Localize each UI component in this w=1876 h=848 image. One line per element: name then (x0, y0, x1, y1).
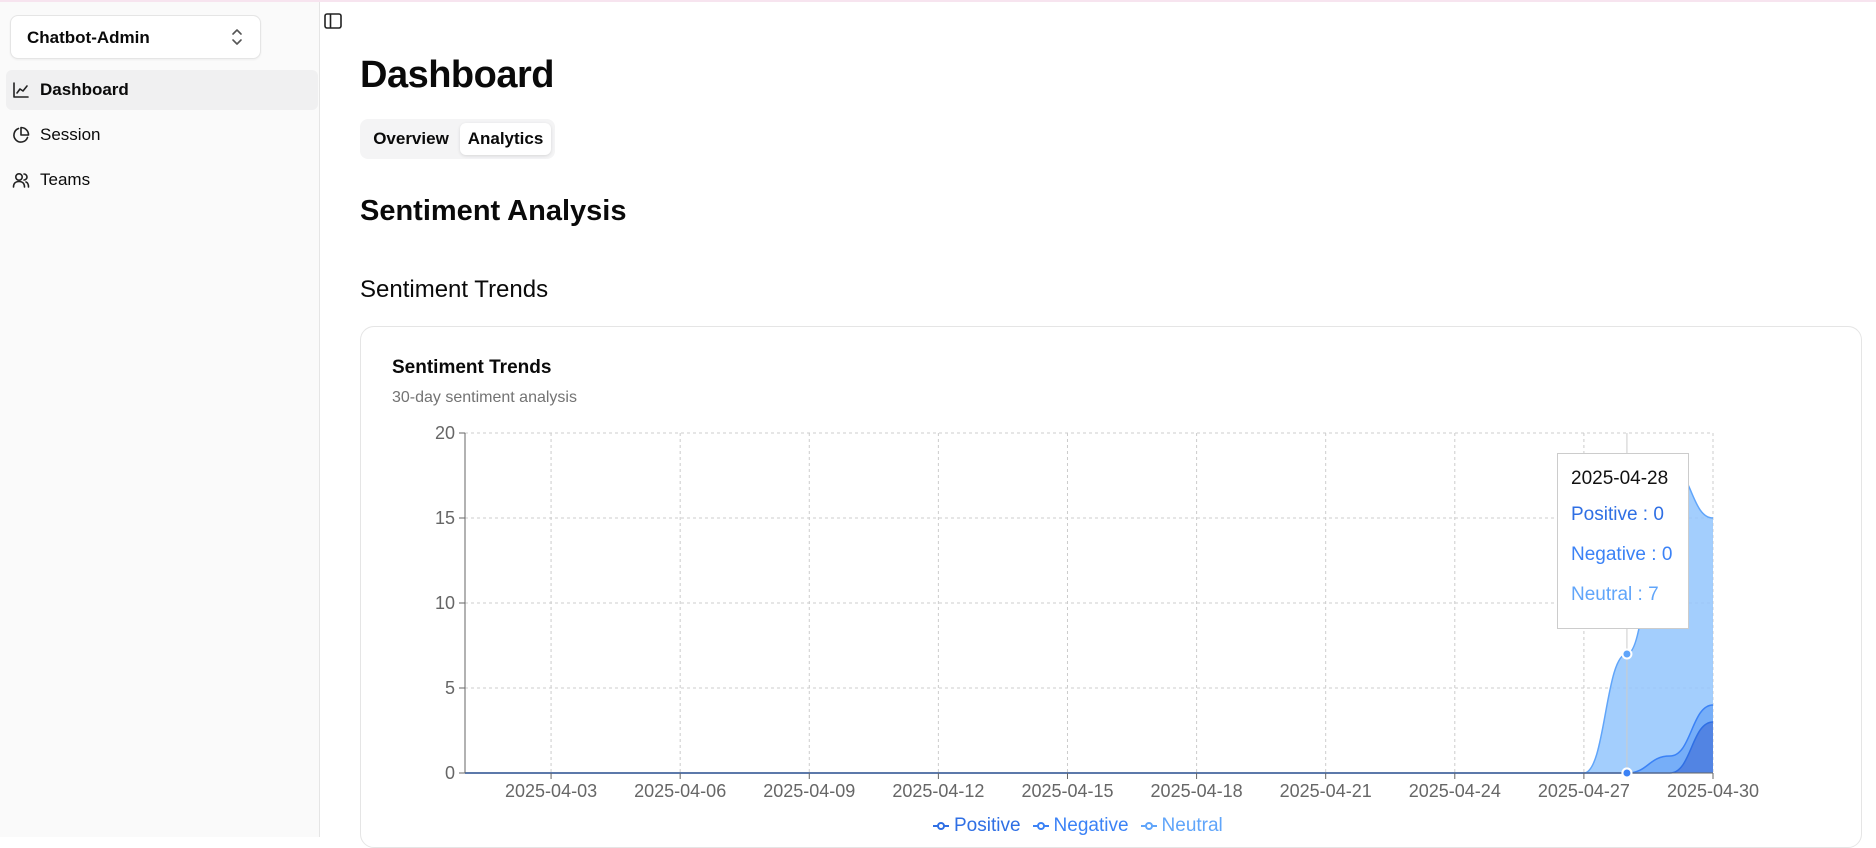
legend-label: Positive (954, 815, 1021, 836)
sub-title: Sentiment Trends (360, 276, 549, 303)
chart-tooltip: 2025-04-28 Positive : 0 Negative : 0 Neu… (1557, 453, 1689, 629)
line-chart-icon (13, 82, 29, 98)
tab-list: Overview Analytics (360, 119, 555, 159)
team-switcher[interactable]: Chatbot-Admin (10, 15, 261, 59)
x-tick-label: 2025-04-15 (1021, 781, 1113, 801)
sidebar-item-label: Teams (40, 170, 91, 189)
legend-marker-icon (933, 822, 949, 830)
x-tick-label: 2025-04-27 (1538, 781, 1630, 801)
legend-label: Negative (1053, 815, 1129, 836)
sidebar-item-dashboard[interactable]: Dashboard (6, 70, 318, 110)
x-tick-label: 2025-04-24 (1409, 781, 1501, 801)
x-tick-label: 2025-04-03 (505, 781, 597, 801)
x-tick-label: 2025-04-12 (892, 781, 984, 801)
sidebar-item-session[interactable]: Session (6, 115, 318, 155)
chart-grid (464, 432, 1714, 774)
line-neutral (464, 466, 1714, 774)
tooltip-date: 2025-04-28 (1571, 468, 1669, 489)
legend-item-neutral[interactable]: Neutral (1140, 815, 1223, 837)
legend-item-negative[interactable]: Negative (1032, 815, 1129, 837)
x-tick-label: 2025-04-09 (763, 781, 855, 801)
tooltip-negative: Negative : 0 (1571, 544, 1673, 565)
users-icon (12, 172, 30, 188)
tab-analytics[interactable]: Analytics (460, 123, 551, 155)
x-tick-label: 2025-04-30 (1667, 781, 1759, 801)
tooltip-neutral: Neutral : 7 (1571, 584, 1659, 605)
team-name: Chatbot-Admin (27, 28, 150, 47)
sidebar-item-label: Dashboard (40, 80, 129, 99)
panel-left-icon[interactable] (323, 11, 343, 31)
chart-areas (464, 466, 1714, 774)
tab-overview[interactable]: Overview (364, 123, 458, 155)
y-tick-label: 15 (435, 508, 455, 528)
chart-legend: Positive Negative Neutral (933, 815, 1223, 837)
sidebar-item-teams[interactable]: Teams (6, 160, 318, 200)
area-neutral (465, 467, 1713, 773)
chevrons-up-down-icon (232, 29, 242, 45)
area-positive (465, 722, 1713, 773)
x-tick-label: 2025-04-06 (634, 781, 726, 801)
line-negative (464, 704, 1714, 774)
area-negative (465, 705, 1713, 773)
line-positive (464, 721, 1714, 774)
legend-item-positive[interactable]: Positive (933, 815, 1021, 837)
sentiment-trends-card: Sentiment Trends 30-day sentiment analys… (360, 326, 1862, 848)
tooltip-positive: Positive : 0 (1571, 504, 1664, 525)
section-title: Sentiment Analysis (360, 195, 627, 227)
y-tick-label: 0 (445, 763, 455, 783)
legend-marker-icon (1032, 822, 1049, 830)
sidebar-item-label: Session (40, 125, 101, 144)
legend-marker-icon (1140, 822, 1157, 830)
y-tick-label: 10 (435, 593, 455, 613)
y-tick-label: 20 (435, 423, 455, 443)
active-dot-negative (1621, 767, 1633, 779)
x-tick-label: 2025-04-18 (1151, 781, 1243, 801)
legend-label: Neutral (1161, 815, 1223, 836)
pie-chart-icon (13, 126, 30, 143)
page-title: Dashboard (360, 54, 554, 96)
y-tick-label: 5 (445, 678, 455, 698)
active-dot-neutral (1621, 648, 1633, 660)
sidebar: Chatbot-Admin Dashboard Session Teams (0, 2, 320, 837)
x-tick-label: 2025-04-21 (1280, 781, 1372, 801)
